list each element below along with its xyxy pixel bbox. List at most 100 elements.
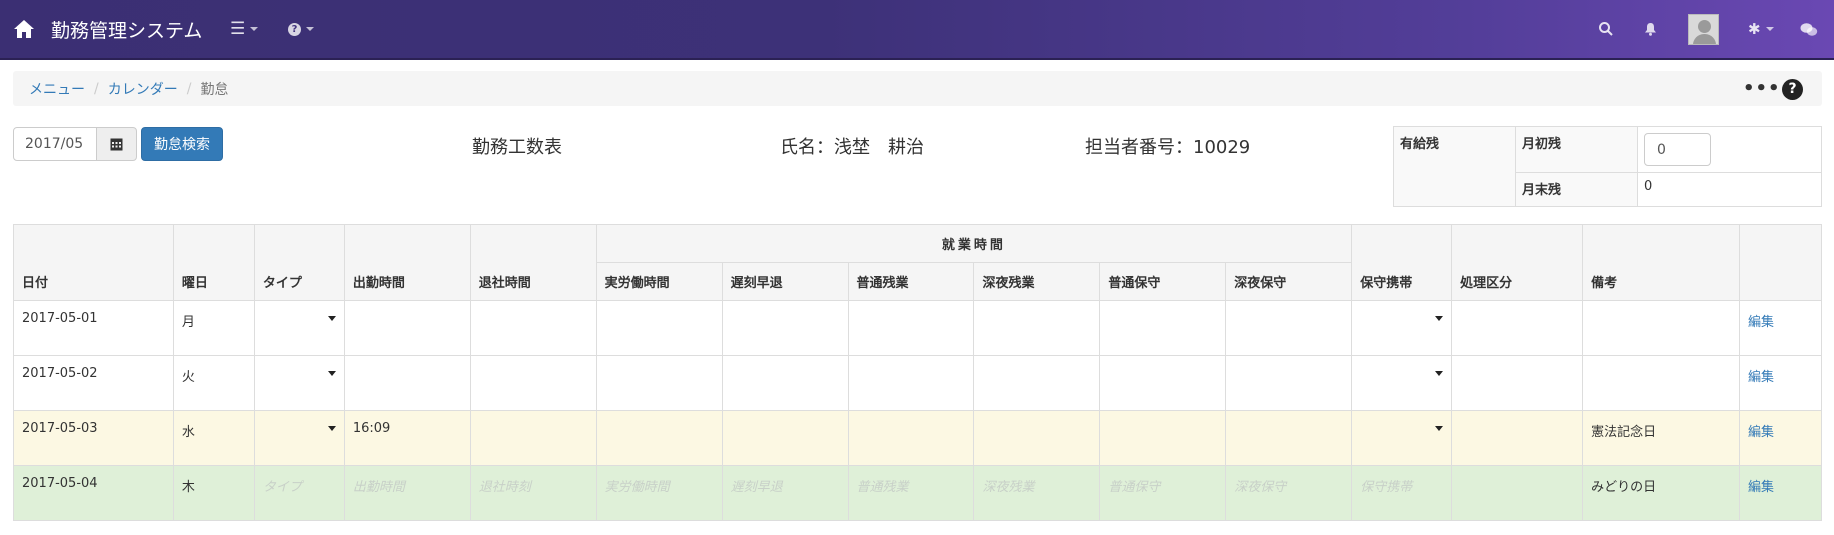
maintenance-cell [1099, 355, 1227, 411]
col-header-night-overtime[interactable]: 深夜残業 [973, 262, 1101, 301]
notes-cell: みどりの日 [1582, 465, 1740, 521]
chat-icon[interactable] [1800, 0, 1818, 58]
on-call-select[interactable] [1351, 410, 1453, 466]
notes-cell [1582, 300, 1740, 356]
col-header-night-maintenance[interactable]: 深夜保守 [1225, 262, 1353, 301]
month-end-label: 月末残 [1515, 172, 1638, 207]
col-header-type[interactable]: タイプ [253, 224, 345, 301]
overtime-cell [847, 355, 975, 411]
date-cell: 2017-05-03 [13, 410, 174, 466]
attendance-table: 日付 曜日 タイプ 出勤時間 退社時間 就業時間 保守携帯 処理区分 備考 実労… [13, 224, 1823, 521]
bell-icon[interactable] [1644, 0, 1657, 58]
chevron-down-icon [306, 27, 314, 31]
late-early-field[interactable]: 遅刻早退 [721, 465, 849, 521]
overtime-cell [847, 300, 975, 356]
col-header-actual-work[interactable]: 実労働時間 [595, 262, 723, 301]
col-header-late-early[interactable]: 遅刻早退 [721, 262, 849, 301]
help-circle-icon[interactable]: ? [1782, 79, 1803, 100]
col-header-on-call[interactable]: 保守携帯 [1351, 224, 1453, 301]
home-icon[interactable] [12, 0, 36, 58]
process-category-cell [1451, 355, 1584, 411]
table-row-editing: 2017-05-04 木 タイプ 出勤時間 退社時刻 実労働時間 遅刻早退 普通… [13, 465, 1823, 521]
help-icon[interactable]: ? [288, 0, 314, 58]
night-overtime-field[interactable]: 深夜残業 [973, 465, 1101, 521]
actual-work-field[interactable]: 実労働時間 [595, 465, 723, 521]
breadcrumb-menu-link[interactable]: メニュー [29, 79, 85, 99]
col-header-clock-out[interactable]: 退社時間 [469, 224, 597, 301]
night-maintenance-field[interactable]: 深夜保守 [1225, 465, 1353, 521]
notes-cell: 憲法記念日 [1582, 410, 1740, 466]
night-overtime-cell [973, 300, 1101, 356]
process-category-cell [1451, 410, 1584, 466]
late-early-cell [721, 355, 849, 411]
dropdown-caret-icon [1435, 426, 1444, 431]
col-header-clock-in[interactable]: 出勤時間 [343, 224, 471, 301]
clock-out-cell [469, 355, 597, 411]
breadcrumb-current: 勤怠 [200, 81, 229, 98]
edit-cell: 編集 [1738, 300, 1823, 356]
overtime-field[interactable]: 普通残業 [847, 465, 975, 521]
notes-cell [1582, 355, 1740, 411]
actual-work-cell [595, 355, 723, 411]
chevron-down-icon [250, 27, 259, 31]
actual-work-cell [595, 300, 723, 356]
edit-link[interactable]: 編集 [1748, 480, 1774, 495]
night-maintenance-cell [1225, 355, 1353, 411]
gear-icon[interactable]: ✱ [1748, 0, 1774, 58]
on-call-select[interactable] [1351, 300, 1453, 356]
table-row: 2017-05-02 火 編集 [13, 355, 1823, 411]
col-header-maintenance[interactable]: 普通保守 [1099, 262, 1227, 301]
employee-name: 氏名：浅埜 耕治 [780, 137, 924, 158]
breadcrumb-separator: / [186, 80, 192, 97]
edit-link[interactable]: 編集 [1748, 370, 1774, 385]
attendance-search-button[interactable]: 勤怠検索 [141, 127, 223, 161]
maintenance-cell [1099, 410, 1227, 466]
date-cell: 2017-05-01 [13, 300, 174, 356]
type-field[interactable]: タイプ [253, 465, 345, 521]
process-category-cell [1451, 465, 1584, 521]
date-cell: 2017-05-04 [13, 465, 174, 521]
weekday-cell: 水 [172, 410, 255, 466]
month-start-input[interactable] [1644, 133, 1711, 166]
menu-icon[interactable]: ☰ [230, 0, 259, 58]
dropdown-caret-icon [327, 316, 336, 321]
more-options-icon[interactable]: ••• [1743, 78, 1781, 99]
breadcrumb-calendar-link[interactable]: カレンダー [108, 79, 178, 99]
calendar-button[interactable] [96, 127, 137, 161]
avatar[interactable] [1688, 0, 1719, 58]
col-header-date[interactable]: 日付 [13, 224, 174, 301]
calendar-icon [110, 138, 123, 151]
app-title[interactable]: 勤務管理システム [51, 0, 202, 58]
avatar-image [1688, 13, 1719, 45]
on-call-field[interactable]: 保守携帯 [1351, 465, 1453, 521]
paid-leave-label: 有給残 [1393, 126, 1516, 207]
type-select[interactable] [253, 355, 345, 411]
paid-leave-table: 有給残 月初残 月末残 0 [1393, 126, 1822, 207]
clock-out-cell [469, 300, 597, 356]
actual-work-cell [595, 410, 723, 466]
table-row: 2017-05-01 月 編集 [13, 300, 1823, 356]
on-call-select[interactable] [1351, 355, 1453, 411]
clock-out-field[interactable]: 退社時刻 [469, 465, 597, 521]
top-navbar: 勤務管理システム ☰ ? ✱ [0, 0, 1834, 60]
process-category-cell [1451, 300, 1584, 356]
edit-cell: 編集 [1738, 465, 1823, 521]
clock-in-field[interactable]: 出勤時間 [343, 465, 471, 521]
type-select[interactable] [253, 410, 345, 466]
clock-in-cell: 16:09 [343, 410, 471, 466]
edit-link[interactable]: 編集 [1748, 315, 1774, 330]
late-early-cell [721, 300, 849, 356]
col-header-notes[interactable]: 備考 [1582, 224, 1740, 301]
maintenance-cell [1099, 300, 1227, 356]
search-icon[interactable] [1598, 0, 1614, 58]
type-select[interactable] [253, 300, 345, 356]
employee-number: 担当者番号：10029 [1085, 137, 1251, 158]
maintenance-field[interactable]: 普通保守 [1099, 465, 1227, 521]
col-header-weekday[interactable]: 曜日 [172, 224, 255, 301]
col-header-process-category[interactable]: 処理区分 [1451, 224, 1584, 301]
col-header-overtime[interactable]: 普通残業 [847, 262, 975, 301]
date-cell: 2017-05-02 [13, 355, 174, 411]
edit-link[interactable]: 編集 [1748, 425, 1774, 440]
report-title: 勤務工数表 [472, 137, 562, 158]
month-input[interactable] [13, 127, 97, 161]
